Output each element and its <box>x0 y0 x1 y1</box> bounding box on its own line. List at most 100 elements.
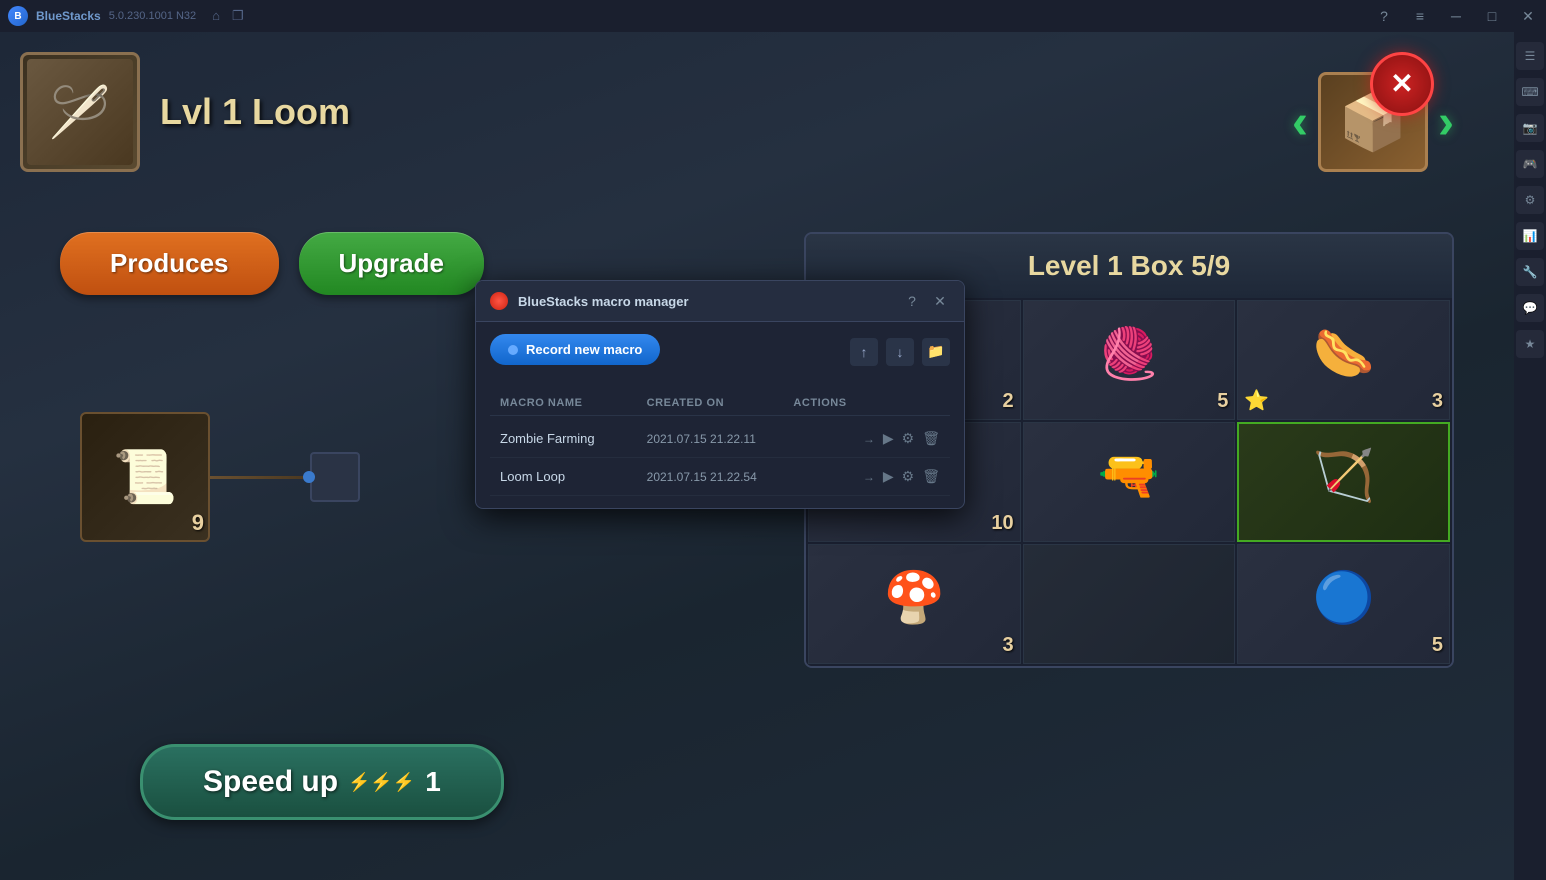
macro-delete-1[interactable]: 🗑 <box>922 430 940 447</box>
box-cell-magic-count: 2 <box>1003 390 1014 413</box>
macro-name-1: Zombie Farming <box>500 431 647 446</box>
box-cell-gun-icon: 🔫 <box>1098 447 1160 506</box>
box-cell-bow-icon: 🏹 <box>1313 447 1375 506</box>
prod-item-icon: 📜 <box>113 447 178 508</box>
box-cell-thread-count: 5 <box>1217 390 1228 413</box>
box-cell-halloween-count: 10 <box>991 512 1013 535</box>
box-cell-hotdog-icon: 🌭 <box>1313 325 1375 384</box>
sidebar-btn-5[interactable]: ⚙ <box>1516 186 1544 214</box>
production-area: 📜 9 <box>80 412 360 542</box>
macro-dialog-title: BlueStacks macro manager <box>518 294 892 309</box>
record-new-macro-button[interactable]: Record new macro <box>490 334 660 365</box>
item-title: Lvl 1 Loom <box>160 91 350 133</box>
macro-toolbar: ↑ ↓ 📁 <box>850 338 950 366</box>
macro-dialog-actions: ? ✕ <box>902 291 950 311</box>
speed-up-icon: ⚡⚡⚡ <box>348 772 415 793</box>
game-close-button[interactable]: ✕ <box>1370 52 1434 116</box>
box-cell-mushroom[interactable]: 🍄 3 <box>808 544 1021 664</box>
sidebar-btn-9[interactable]: ★ <box>1516 330 1544 358</box>
macro-dialog-logo <box>490 292 508 310</box>
box-cell-star: ⭐ <box>1244 388 1269 413</box>
macro-date-2: 2021.07.15 21.22.54 <box>647 470 794 484</box>
sidebar-btn-4[interactable]: 🎮 <box>1516 150 1544 178</box>
folder-button[interactable]: 📁 <box>922 338 950 366</box>
sidebar-btn-2[interactable]: ⌨ <box>1516 78 1544 106</box>
macro-dialog-body: Record new macro ↑ ↓ 📁 MACRO NAME CREATE… <box>476 322 964 508</box>
col-created-on: CREATED ON <box>647 397 794 409</box>
record-dot <box>508 345 518 355</box>
box-cell-orb[interactable]: 🔵 5 <box>1237 544 1450 664</box>
sidebar-btn-3[interactable]: 📷 <box>1516 114 1544 142</box>
window-icon[interactable]: ❐ <box>232 8 244 24</box>
box-cell-hotdog-count: 3 <box>1432 390 1443 413</box>
macro-close-button[interactable]: ✕ <box>930 291 950 311</box>
home-icon[interactable]: ⌂ <box>212 8 220 24</box>
macro-play-1[interactable]: ▶ <box>883 430 894 447</box>
macro-row-loom-loop[interactable]: Loom Loop 2021.07.15 21.22.54 → ▶ ⚙ 🗑 <box>490 458 950 496</box>
speed-up-count: 1 <box>425 766 441 798</box>
macro-row-zombie-farming[interactable]: Zombie Farming 2021.07.15 21.22.11 → ▶ ⚙… <box>490 420 950 458</box>
prod-line <box>210 476 310 479</box>
game-area: 🪡 Lvl 1 Loom ‹ 📦 › ✕ Produces Upgrade 📜 … <box>0 32 1514 880</box>
bluestacks-logo: B <box>8 6 28 26</box>
upgrade-button[interactable]: Upgrade <box>299 232 484 295</box>
box-cell-gun[interactable]: 🔫 <box>1023 422 1236 542</box>
col-actions: ACTIONS <box>793 397 940 409</box>
box-cell-thread[interactable]: 🧶 5 <box>1023 300 1236 420</box>
macro-dialog-titlebar: BlueStacks macro manager ? ✕ <box>476 281 964 322</box>
maximize-button[interactable]: □ <box>1482 6 1502 26</box>
sidebar-btn-6[interactable]: 📊 <box>1516 222 1544 250</box>
speed-up-text: Speed up <box>203 765 338 799</box>
loom-icon: 🪡 <box>49 83 111 142</box>
box-cell-orb-icon: 🔵 <box>1313 569 1375 628</box>
box-cell-bow[interactable]: 🏹 <box>1237 422 1450 542</box>
box-cell-empty[interactable] <box>1023 544 1236 664</box>
box-cell-orb-count: 5 <box>1432 634 1443 657</box>
action-buttons: Produces Upgrade <box>60 232 484 295</box>
box-cell-mushroom-count: 3 <box>1003 634 1014 657</box>
sidebar-btn-7[interactable]: 🔧 <box>1516 258 1544 286</box>
export-button[interactable]: ↓ <box>886 338 914 366</box>
close-button[interactable]: ✕ <box>1518 6 1538 26</box>
macro-actions-2: → ▶ ⚙ 🗑 <box>793 468 940 485</box>
box-panel-title: Level 1 Box 5/9 <box>1028 250 1230 281</box>
import-button[interactable]: ↑ <box>850 338 878 366</box>
macro-arrow-2[interactable]: → <box>863 470 875 484</box>
sidebar-btn-1[interactable]: ☰ <box>1516 42 1544 70</box>
menu-button[interactable]: ≡ <box>1410 6 1430 26</box>
title-bar: B BlueStacks 5.0.230.1001 N32 ⌂ ❐ ? ≡ ─ … <box>0 0 1546 32</box>
macro-settings-1[interactable]: ⚙ <box>902 430 915 447</box>
macro-arrow-1[interactable]: → <box>863 432 875 446</box>
produces-button[interactable]: Produces <box>60 232 279 295</box>
close-x-icon: ✕ <box>1390 70 1413 98</box>
next-arrow[interactable]: › <box>1438 95 1454 150</box>
speed-up-button[interactable]: Speed up ⚡⚡⚡ 1 <box>140 744 504 820</box>
macro-actions-1: → ▶ ⚙ 🗑 <box>793 430 940 447</box>
sidebar-btn-8[interactable]: 💬 <box>1516 294 1544 322</box>
macro-table-header: MACRO NAME CREATED ON ACTIONS <box>490 391 950 416</box>
counter-box <box>310 452 360 502</box>
macro-play-2[interactable]: ▶ <box>883 468 894 485</box>
prod-item-box: 📜 9 <box>80 412 210 542</box>
col-macro-name: MACRO NAME <box>500 397 647 409</box>
prod-dot <box>303 471 315 483</box>
brand-name: BlueStacks <box>36 9 101 23</box>
prod-count: 9 <box>192 510 204 536</box>
box-cell-mushroom-icon: 🍄 <box>883 569 945 628</box>
macro-help-button[interactable]: ? <box>902 291 922 311</box>
help-button[interactable]: ? <box>1374 6 1394 26</box>
item-header: 🪡 Lvl 1 Loom <box>20 52 350 172</box>
box-cell-hotdog[interactable]: 🌭 ⭐ 3 <box>1237 300 1450 420</box>
macro-manager-dialog: BlueStacks macro manager ? ✕ Record new … <box>475 280 965 509</box>
macro-date-1: 2021.07.15 21.22.11 <box>647 432 794 446</box>
version-text: 5.0.230.1001 N32 <box>109 10 196 22</box>
macro-delete-2[interactable]: 🗑 <box>922 468 940 485</box>
macro-settings-2[interactable]: ⚙ <box>902 468 915 485</box>
macro-name-2: Loom Loop <box>500 469 647 484</box>
right-sidebar: ☰ ⌨ 📷 🎮 ⚙ 📊 🔧 💬 ★ <box>1514 32 1546 880</box>
prev-arrow[interactable]: ‹ <box>1292 95 1308 150</box>
minimize-button[interactable]: ─ <box>1446 6 1466 26</box>
box-cell-thread-icon: 🧶 <box>1098 325 1160 384</box>
loom-icon-frame: 🪡 <box>20 52 140 172</box>
record-btn-label: Record new macro <box>526 342 642 357</box>
